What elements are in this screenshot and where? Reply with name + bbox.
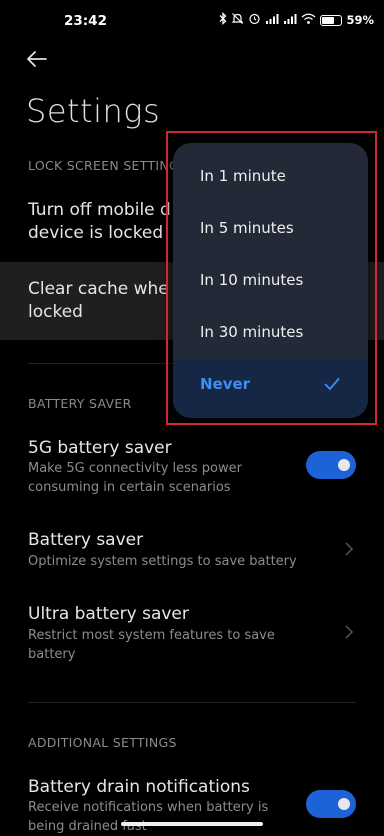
dropdown-option-label: In 5 minutes: [200, 219, 294, 237]
status-icons: 59%: [219, 11, 374, 28]
signal-icon: [283, 13, 297, 28]
item-title-line1: Clear cache whe: [28, 279, 169, 299]
item-subtitle: battery: [28, 647, 76, 662]
home-indicator[interactable]: [121, 822, 263, 826]
section-label-additional-settings: ADDITIONAL SETTINGS: [28, 735, 177, 750]
item-subtitle: Make 5G connectivity less power: [28, 461, 242, 476]
item-title-line1: Turn off mobile d: [28, 200, 171, 220]
back-arrow-icon: [27, 51, 47, 67]
item-title-line2: device is locked: [28, 223, 164, 243]
item-subtitle: Optimize system settings to save battery: [28, 554, 297, 569]
dropdown-option-label: In 1 minute: [200, 167, 286, 185]
5g-battery-saver-toggle[interactable]: [306, 451, 356, 479]
item-title-line2: locked: [28, 302, 83, 322]
dropdown-option-label: In 30 minutes: [200, 323, 304, 341]
divider: [28, 702, 356, 703]
item-subtitle: Receive notifications when battery is: [28, 800, 269, 815]
item-title: Battery saver: [28, 530, 144, 550]
timeout-dropdown-menu: In 1 minute In 5 minutes In 10 minutes I…: [173, 143, 368, 418]
item-title: Ultra battery saver: [28, 604, 189, 624]
toggle-knob: [338, 459, 350, 471]
dropdown-option-10-minutes[interactable]: In 10 minutes: [173, 255, 368, 307]
battery-drain-notifications-toggle[interactable]: [306, 790, 356, 818]
battery-percent: 59%: [346, 13, 374, 27]
chevron-right-icon: [345, 542, 354, 556]
status-bar: 23:42 59%: [0, 0, 384, 44]
item-title: 5G battery saver: [28, 438, 172, 458]
page-title: Settings: [26, 92, 161, 130]
battery-icon: [320, 14, 343, 26]
section-label-lock-screen: LOCK SCREEN SETTING: [28, 158, 180, 173]
item-subtitle: being drained fast: [28, 819, 147, 834]
section-label-battery-saver: BATTERY SAVER: [28, 396, 132, 411]
signal-icon: [265, 13, 279, 28]
back-button[interactable]: [24, 46, 54, 72]
dropdown-option-never[interactable]: Never: [173, 359, 368, 418]
bluetooth-icon: [219, 11, 227, 28]
chevron-right-icon: [345, 625, 354, 639]
mute-icon: [231, 12, 244, 28]
item-subtitle: Restrict most system features to save: [28, 628, 275, 643]
dropdown-option-label: Never: [200, 375, 251, 393]
item-subtitle: consuming in certain scenarios: [28, 480, 231, 495]
dropdown-option-label: In 10 minutes: [200, 271, 304, 289]
item-title: Battery drain notifications: [28, 777, 250, 797]
dropdown-option-30-minutes[interactable]: In 30 minutes: [173, 307, 368, 359]
dropdown-option-5-minutes[interactable]: In 5 minutes: [173, 203, 368, 255]
checkmark-icon: [324, 378, 340, 390]
toggle-knob: [338, 798, 350, 810]
status-time: 23:42: [64, 13, 107, 29]
alarm-icon: [248, 12, 261, 28]
dropdown-option-1-minute[interactable]: In 1 minute: [173, 151, 368, 203]
wifi-icon: [301, 13, 316, 28]
